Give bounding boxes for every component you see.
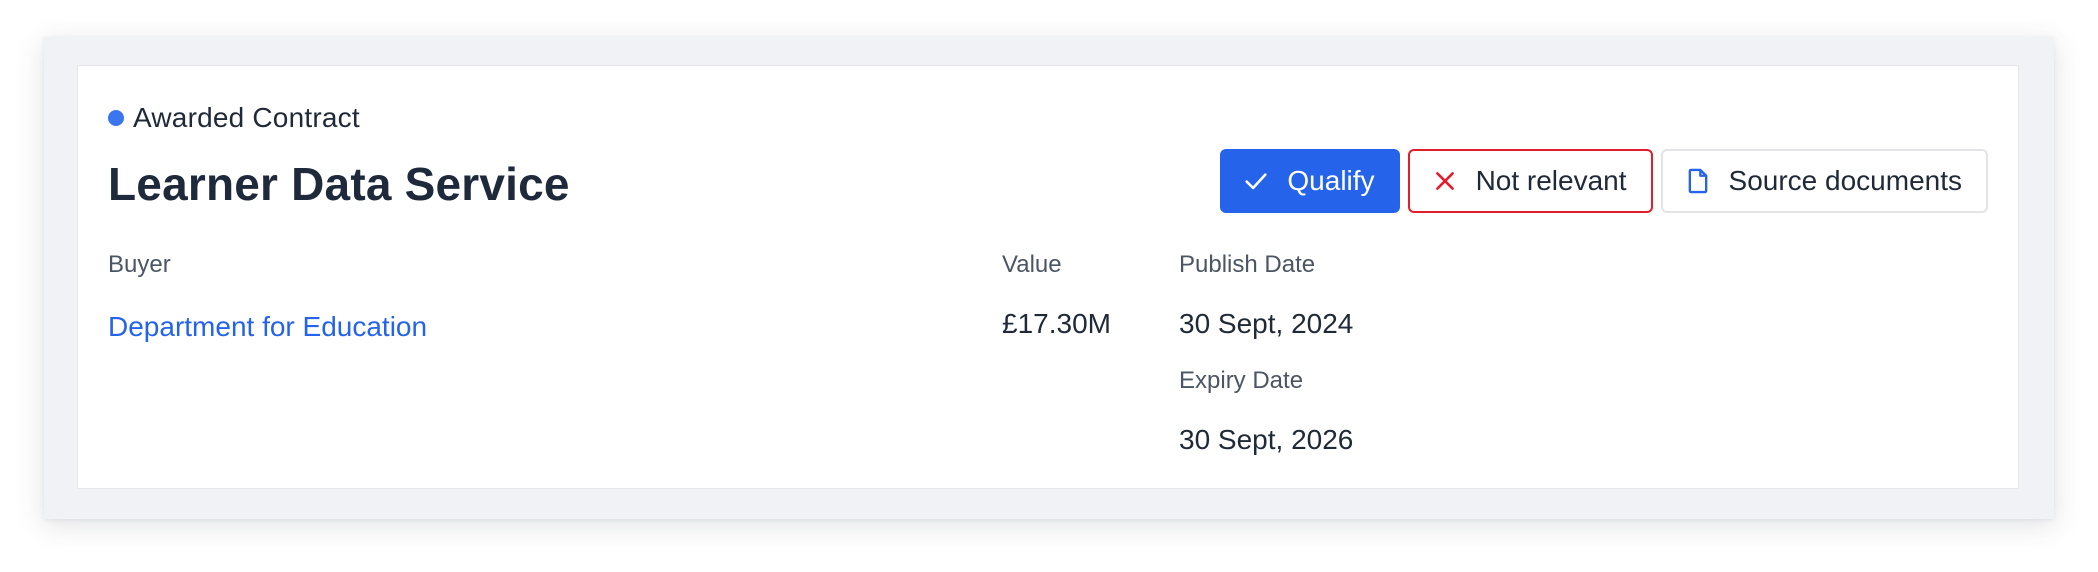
value-label: Value (1002, 251, 1062, 278)
contract-card: Awarded Contract Learner Data Service Qu… (77, 65, 2019, 489)
source-documents-label: Source documents (1728, 165, 1962, 196)
status-dot-icon (108, 110, 124, 126)
not-relevant-label: Not relevant (1475, 165, 1627, 196)
source-documents-button[interactable]: Source documents (1660, 149, 1988, 213)
publish-date-label: Publish Date (1179, 251, 1316, 278)
not-relevant-button[interactable]: Not relevant (1407, 149, 1653, 213)
expiry-date-label: Expiry Date (1179, 367, 1304, 394)
action-buttons: Qualify Not relevant Source documents (1220, 149, 1988, 213)
publish-date-value: 30 Sept, 2024 (1179, 308, 1354, 339)
document-icon (1683, 166, 1713, 196)
status-label: Awarded Contract (133, 102, 360, 133)
expiry-date-value: 30 Sept, 2026 (1179, 424, 1354, 455)
qualify-label: Qualify (1287, 165, 1375, 196)
status-row: Awarded Contract (108, 100, 360, 136)
contract-title: Learner Data Service (108, 158, 570, 210)
buyer-label: Buyer (108, 251, 171, 278)
value-amount: £17.30M (1002, 308, 1111, 339)
check-icon (1241, 166, 1271, 196)
card-container: Awarded Contract Learner Data Service Qu… (44, 37, 2054, 519)
close-icon (1430, 166, 1460, 196)
qualify-button[interactable]: Qualify (1220, 149, 1400, 213)
buyer-link[interactable]: Department for Education (108, 309, 427, 345)
